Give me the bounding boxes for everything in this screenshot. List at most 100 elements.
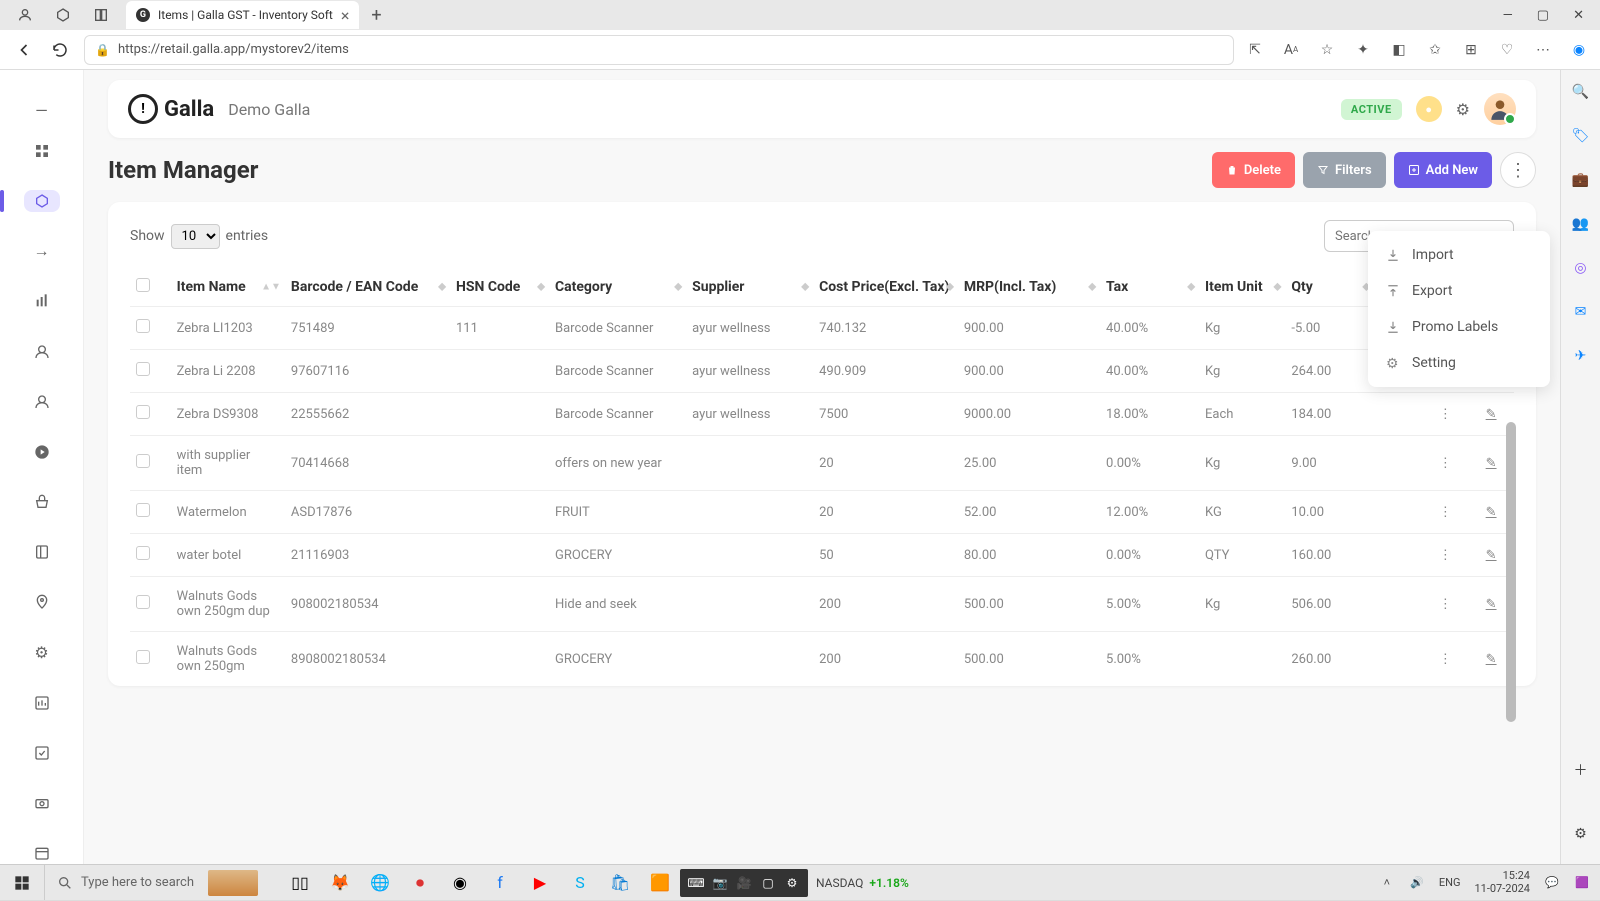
firefox-icon[interactable]: 🦊	[326, 869, 354, 897]
app-logo[interactable]: ! Galla	[128, 94, 214, 124]
avatar[interactable]	[1484, 93, 1516, 125]
record-icon[interactable]: ⏺	[406, 869, 434, 897]
sidebar-customers-icon[interactable]	[24, 341, 60, 363]
copilot-icon[interactable]: ◉	[1570, 41, 1588, 59]
open-external-icon[interactable]: ⇱	[1246, 41, 1264, 59]
tab-close-icon[interactable]: ×	[341, 6, 350, 25]
col-cost[interactable]: Cost Price(Excl. Tax)◆	[813, 268, 958, 307]
dropdown-import[interactable]: Import	[1368, 237, 1550, 273]
row-checkbox[interactable]	[136, 650, 150, 664]
window-close-icon[interactable]: ✕	[1573, 8, 1584, 23]
select-all-checkbox[interactable]	[136, 278, 150, 292]
sidebar-check-icon[interactable]	[24, 742, 60, 764]
filters-button[interactable]: Filters	[1303, 152, 1386, 188]
dropdown-promo[interactable]: Promo Labels	[1368, 309, 1550, 345]
row-more-icon[interactable]: ⋮	[1422, 632, 1468, 687]
row-checkbox[interactable]	[136, 546, 150, 560]
window-maximize-icon[interactable]: ▢	[1537, 8, 1549, 23]
sidebar-expand-icon[interactable]: →	[24, 240, 60, 262]
col-barcode[interactable]: Barcode / EAN Code◆	[285, 268, 450, 307]
page-size-select[interactable]: 10	[171, 224, 220, 249]
outlook-icon[interactable]: ✉	[1571, 302, 1591, 322]
task-view-icon[interactable]: ▯▯	[286, 869, 314, 897]
youtube-icon[interactable]: ▶	[526, 869, 554, 897]
nav-refresh-icon[interactable]	[48, 38, 72, 62]
tray-app-icon[interactable]: 🟪	[1574, 875, 1590, 891]
store-icon[interactable]: 🛍	[606, 869, 634, 897]
sidebar-items-icon[interactable]	[24, 190, 60, 212]
tray-lang[interactable]: ENG	[1439, 876, 1461, 889]
tray-chevron-icon[interactable]: ˄	[1379, 875, 1395, 891]
row-more-icon[interactable]: ⋮	[1422, 534, 1468, 577]
browser-tab[interactable]: G Items | Galla GST - Inventory Soft ×	[126, 1, 359, 29]
sidebar-basket-icon[interactable]	[24, 491, 60, 513]
row-checkbox[interactable]	[136, 454, 150, 468]
col-supplier[interactable]: Supplier◆	[686, 268, 813, 307]
favorite-icon[interactable]: ☆	[1318, 41, 1336, 59]
sidebar-calendar-icon[interactable]	[24, 842, 60, 864]
row-more-icon[interactable]: ⋮	[1422, 393, 1468, 436]
sidebar-camera-icon[interactable]	[24, 792, 60, 814]
skype-icon[interactable]: S	[566, 869, 594, 897]
tray-volume-icon[interactable]: 🔊	[1409, 875, 1425, 891]
col-mrp[interactable]: MRP(Incl. Tax)◆	[958, 268, 1100, 307]
row-checkbox[interactable]	[136, 319, 150, 333]
col-item-name[interactable]: Item Name▲▼	[171, 268, 285, 307]
dropdown-export[interactable]: Export	[1368, 273, 1550, 309]
coin-icon[interactable]: ●	[1416, 96, 1442, 122]
col-category[interactable]: Category◆	[549, 268, 686, 307]
chrome-icon[interactable]: ◉	[446, 869, 474, 897]
sidebar-location-icon[interactable]	[24, 591, 60, 613]
collections-icon[interactable]: ⊞	[1462, 41, 1480, 59]
tray-panel[interactable]: ⌨ 📷 🎥 ▢ ⚙	[680, 869, 808, 897]
col-qty[interactable]: Qty◆	[1285, 268, 1374, 307]
add-new-button[interactable]: Add New	[1394, 152, 1492, 188]
sidebar-suppliers-icon[interactable]	[24, 391, 60, 413]
sidebar-play-icon[interactable]	[24, 441, 60, 463]
search-icon[interactable]: 🔍	[1571, 82, 1591, 102]
sidebar-collapse-icon[interactable]: —	[24, 108, 60, 112]
row-more-icon[interactable]: ⋮	[1422, 491, 1468, 534]
downloads-icon[interactable]: ♡	[1498, 41, 1516, 59]
col-tax[interactable]: Tax◆	[1100, 268, 1199, 307]
window-minimize-icon[interactable]: —	[1503, 8, 1513, 23]
stock-ticker[interactable]: NASDAQ +1.18%	[816, 876, 909, 890]
text-size-icon[interactable]: AA	[1282, 41, 1300, 59]
taskbar-search[interactable]: Type here to search	[44, 865, 270, 900]
url-input[interactable]: 🔒 https://retail.galla.app/mystorev2/ite…	[84, 35, 1234, 65]
new-tab-button[interactable]: +	[371, 5, 381, 26]
tab-actions-icon[interactable]	[92, 6, 110, 24]
sidebar-settings-icon[interactable]: ⚙	[24, 641, 60, 663]
send-icon[interactable]: ✈	[1571, 346, 1591, 366]
dropdown-setting[interactable]: ⚙ Setting	[1368, 345, 1550, 381]
gear-icon[interactable]: ⚙	[1456, 100, 1470, 119]
profile-icon[interactable]	[16, 6, 34, 24]
sidebar-stats-icon[interactable]	[24, 692, 60, 714]
settings-rail-icon[interactable]: ⚙	[1571, 824, 1591, 844]
split-screen-icon[interactable]: ◧	[1390, 41, 1408, 59]
row-checkbox[interactable]	[136, 503, 150, 517]
row-more-icon[interactable]: ⋮	[1422, 577, 1468, 632]
favorites-bar-icon[interactable]: ✩	[1426, 41, 1444, 59]
row-checkbox[interactable]	[136, 595, 150, 609]
facebook-icon[interactable]: f	[486, 869, 514, 897]
people-icon[interactable]: 👥	[1571, 214, 1591, 234]
sidebar-dashboard-icon[interactable]	[24, 140, 60, 162]
plus-icon[interactable]: ＋	[1571, 760, 1591, 780]
row-checkbox[interactable]	[136, 405, 150, 419]
more-icon[interactable]: ⋯	[1534, 41, 1552, 59]
nav-back-icon[interactable]	[12, 38, 36, 62]
tag-icon[interactable]: 🏷	[1571, 126, 1591, 146]
col-unit[interactable]: Item Unit◆	[1199, 268, 1285, 307]
col-hsn[interactable]: HSN Code◆	[450, 268, 549, 307]
app-icon[interactable]: 🟧	[646, 869, 674, 897]
delete-button[interactable]: Delete	[1212, 152, 1295, 188]
row-checkbox[interactable]	[136, 362, 150, 376]
sidebar-reports-icon[interactable]	[24, 290, 60, 312]
workspaces-icon[interactable]	[54, 6, 72, 24]
office-icon[interactable]: ◎	[1571, 258, 1591, 278]
edge-icon[interactable]: 🌐	[366, 869, 394, 897]
row-more-icon[interactable]: ⋮	[1422, 436, 1468, 491]
briefcase-icon[interactable]: 💼	[1571, 170, 1591, 190]
sidebar-book-icon[interactable]	[24, 541, 60, 563]
